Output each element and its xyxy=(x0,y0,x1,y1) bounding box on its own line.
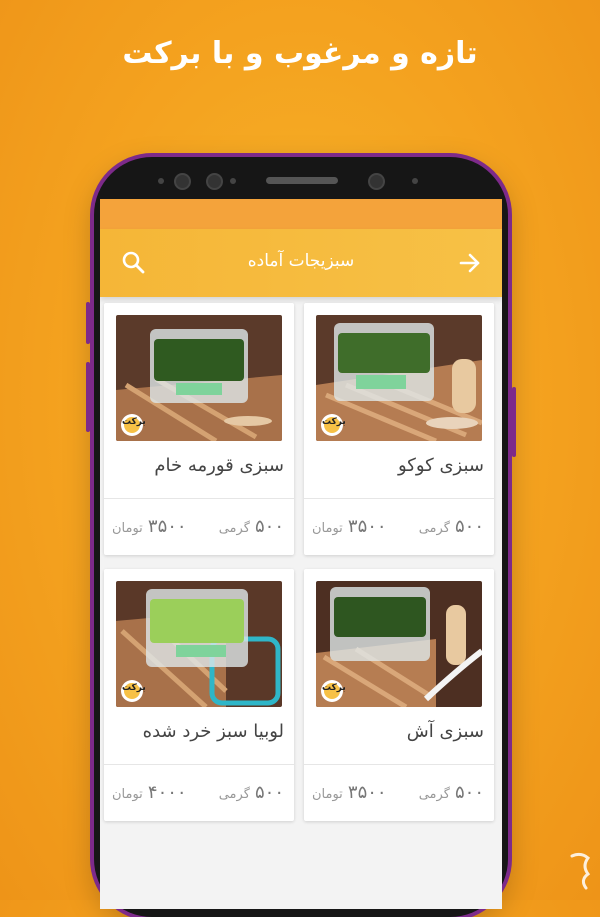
price-row: ۵۰۰ گرمی ۴۰۰۰ تومان xyxy=(112,782,284,808)
brand-logo: برکت xyxy=(322,417,346,427)
sensor-dot xyxy=(412,178,418,184)
product-image: برکت xyxy=(116,315,282,441)
price-row: ۵۰۰ گرمی ۳۵۰۰ تومان xyxy=(112,516,284,542)
weight-value: ۵۰۰ xyxy=(254,516,284,537)
weight-value: ۵۰۰ xyxy=(254,782,284,803)
weight-unit: گرمی xyxy=(218,787,250,802)
product-image: برکت xyxy=(116,581,282,707)
product-name: سبزی کوکو xyxy=(398,455,484,476)
product-image: برکت xyxy=(316,581,482,707)
selfie-camera-icon xyxy=(368,173,385,190)
promo-title: تازه و مرغوب و با برکت xyxy=(122,36,478,71)
divider xyxy=(104,498,294,499)
back-button[interactable] xyxy=(456,249,484,277)
app-bar: سبزیجات آماده xyxy=(100,229,502,297)
front-camera-icon xyxy=(174,173,191,190)
weight-unit: گرمی xyxy=(418,787,450,802)
app-screen: سبزیجات آماده برکت سبزی کوکو ۵۰۰ گرمی ۳۵… xyxy=(100,199,502,909)
power-button xyxy=(512,387,516,457)
store-watermark-icon xyxy=(568,850,594,892)
brand-logo: برکت xyxy=(322,683,346,693)
arrow-right-icon xyxy=(459,253,480,273)
product-name: لوبیا سبز خرد شده xyxy=(142,721,284,742)
volume-down-button xyxy=(86,362,90,432)
product-name: سبزی آش xyxy=(406,721,484,742)
price-value: ۳۵۰۰ xyxy=(147,516,187,537)
product-card[interactable]: برکت لوبیا سبز خرد شده ۵۰۰ گرمی ۴۰۰۰ توم… xyxy=(104,569,294,821)
weight-unit: گرمی xyxy=(418,521,450,536)
sensor-dot xyxy=(158,178,164,184)
product-card[interactable]: برکت سبزی آش ۵۰۰ گرمی ۳۵۰۰ تومان xyxy=(304,569,494,821)
divider xyxy=(304,764,494,765)
product-card[interactable]: برکت سبزی قورمه خام ۵۰۰ گرمی ۳۵۰۰ تومان xyxy=(104,303,294,555)
product-card[interactable]: برکت سبزی کوکو ۵۰۰ گرمی ۳۵۰۰ تومان xyxy=(304,303,494,555)
price-row: ۵۰۰ گرمی ۳۵۰۰ تومان xyxy=(312,516,484,542)
page-title: سبزیجات آماده xyxy=(247,251,355,271)
divider xyxy=(304,498,494,499)
price-value: ۳۵۰۰ xyxy=(347,782,387,803)
brand-logo: برکت xyxy=(122,683,146,693)
currency-label: تومان xyxy=(112,787,143,802)
brand-logo: برکت xyxy=(122,417,146,427)
currency-label: تومان xyxy=(312,521,343,536)
weight-value: ۵۰۰ xyxy=(454,782,484,803)
sensor-dot xyxy=(230,178,236,184)
divider xyxy=(104,764,294,765)
earpiece-speaker xyxy=(266,177,338,184)
iris-scanner-icon xyxy=(206,173,223,190)
currency-label: تومان xyxy=(312,787,343,802)
price-row: ۵۰۰ گرمی ۳۵۰۰ تومان xyxy=(312,782,484,808)
price-value: ۴۰۰۰ xyxy=(147,782,187,803)
phone-frame: سبزیجات آماده برکت سبزی کوکو ۵۰۰ گرمی ۳۵… xyxy=(86,157,516,917)
currency-label: تومان xyxy=(112,521,143,536)
weight-value: ۵۰۰ xyxy=(454,516,484,537)
product-image: برکت xyxy=(316,315,482,441)
weight-unit: گرمی xyxy=(218,521,250,536)
product-name: سبزی قورمه خام xyxy=(154,455,284,476)
volume-up-button xyxy=(86,302,90,344)
price-value: ۳۵۰۰ xyxy=(347,516,387,537)
status-bar xyxy=(100,199,502,229)
